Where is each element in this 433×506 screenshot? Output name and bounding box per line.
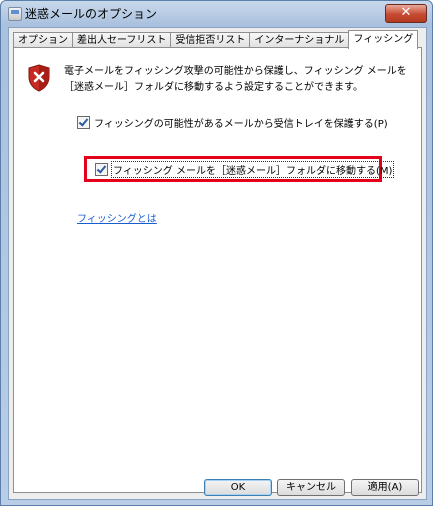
window-title: 迷惑メールのオプション xyxy=(25,7,158,21)
tab-strip: オプション 差出人セーフリスト 受信拒否リスト インターナショナル フィッシング xyxy=(13,30,419,49)
move-phishing-label: フィッシング メールを［迷惑メール］フォルダに移動する(M) xyxy=(110,161,395,178)
phishing-tab-panel: 電子メールをフィッシング攻撃の可能性から保護し、フィッシング メールを［迷惑メー… xyxy=(13,47,422,493)
dialog-window: 迷惑メールのオプション ✕ オプション 差出人セーフリスト 受信拒否リスト イン… xyxy=(0,0,433,506)
app-window-icon xyxy=(8,7,22,21)
protect-inbox-label: フィッシングの可能性があるメールから受信トレイを保護する(P) xyxy=(94,119,388,130)
what-is-phishing-link[interactable]: フィッシングとは xyxy=(77,210,157,225)
tab-options[interactable]: オプション xyxy=(13,32,73,48)
protect-inbox-option[interactable]: フィッシングの可能性があるメールから受信トレイを保護する(P) xyxy=(77,115,388,130)
move-phishing-checkbox[interactable] xyxy=(95,163,108,176)
apply-button[interactable]: 適用(A) xyxy=(351,479,419,496)
ok-button[interactable]: OK xyxy=(204,479,272,496)
phishing-description: 電子メールをフィッシング攻撃の可能性から保護し、フィッシング メールを［迷惑メー… xyxy=(64,66,407,93)
move-phishing-option[interactable]: フィッシング メールを［迷惑メール］フォルダに移動する(M) xyxy=(95,161,395,178)
tab-safe-senders[interactable]: 差出人セーフリスト xyxy=(72,32,172,48)
cancel-button[interactable]: キャンセル xyxy=(277,479,345,496)
shield-warning-icon xyxy=(28,64,50,92)
tab-blocked-senders[interactable]: 受信拒否リスト xyxy=(170,32,251,48)
title-bar[interactable]: 迷惑メールのオプション ✕ xyxy=(1,1,432,25)
tab-phishing[interactable]: フィッシング xyxy=(348,30,419,49)
close-icon: ✕ xyxy=(400,5,412,20)
dialog-client-area: オプション 差出人セーフリスト 受信拒否リスト インターナショナル フィッシング… xyxy=(8,27,427,500)
protect-inbox-checkbox[interactable] xyxy=(77,116,90,129)
tab-international[interactable]: インターナショナル xyxy=(249,32,350,48)
close-button[interactable]: ✕ xyxy=(385,4,427,23)
